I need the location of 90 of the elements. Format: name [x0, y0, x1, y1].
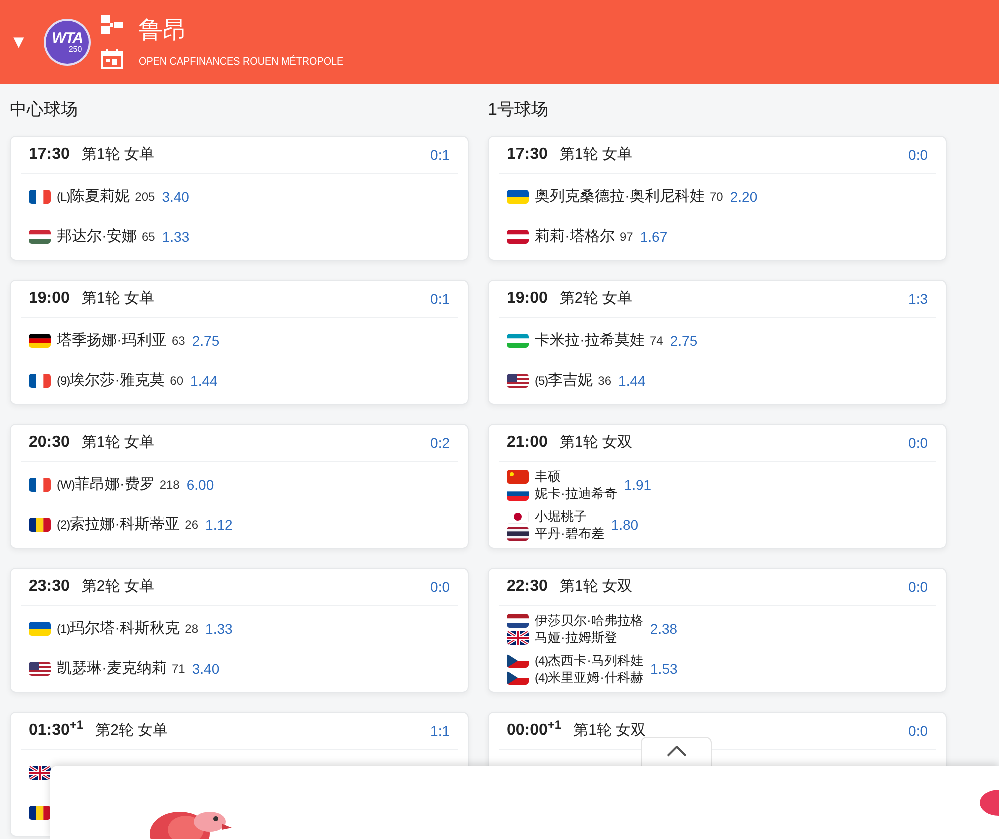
player-name: 马娅·拉姆斯登	[535, 630, 618, 646]
round-label: 第1轮 女单	[82, 288, 154, 309]
player-name: 邦达尔·安娜	[57, 226, 137, 247]
badge-icon	[980, 790, 999, 816]
match-score: 1:1	[430, 722, 450, 740]
calendar-icon[interactable]	[101, 49, 123, 69]
betting-odds: 1.12	[206, 516, 233, 534]
player-name: (2)索拉娜·科斯蒂亚	[57, 514, 180, 535]
match-time: 00:00$^{+1}$	[507, 719, 562, 741]
player-name: (5)李吉妮	[535, 370, 594, 391]
betting-odds: 2.20	[730, 188, 758, 206]
match-time: 19:00	[507, 289, 548, 309]
round-label: 第2轮 女单	[96, 720, 168, 741]
round-label: 第2轮 女单	[560, 288, 632, 309]
player-rank: 97	[620, 229, 634, 246]
player-name: 平丹·碧布差	[535, 526, 604, 542]
player-rank: 71	[172, 661, 186, 678]
match-time: 22:30	[507, 577, 548, 597]
betting-odds: 3.40	[162, 188, 190, 206]
player-rank: 26	[185, 517, 199, 534]
player-name: 妮卡·拉迪希奇	[535, 486, 618, 502]
tournament-title: 鲁昂	[139, 16, 188, 46]
betting-odds: 3.40	[192, 660, 220, 678]
tournament-subtitle: OPEN CAPFINANCES ROUEN MÉTROPOLE	[139, 54, 344, 70]
player-name: 丰硕	[535, 468, 561, 484]
match-score: 0:1	[430, 146, 450, 164]
match-score: 0:0	[908, 578, 928, 596]
match-score: 0:0	[908, 146, 928, 164]
match-score: 0:0	[908, 722, 928, 740]
round-label: 第1轮 女双	[560, 576, 632, 597]
betting-odds: 1.80	[611, 516, 639, 534]
round-label: 第1轮 女单	[82, 144, 154, 165]
betting-odds: 1.53	[650, 660, 678, 678]
player-name: (4)杰西卡·马列科娃	[535, 652, 644, 668]
betting-odds: 2.75	[192, 332, 220, 350]
betting-odds: 1.33	[206, 620, 233, 638]
player-name: (W)菲昂娜·费罗	[57, 474, 155, 495]
match-score: 0:0	[908, 434, 928, 452]
player-name: 小堀桃子	[535, 508, 587, 524]
betting-odds: 1.44	[190, 372, 218, 390]
betting-odds: 6.00	[186, 476, 214, 494]
player-name: (L)陈夏莉妮	[57, 186, 130, 207]
scroll-top-button[interactable]	[641, 737, 712, 766]
player-rank: 63	[172, 333, 186, 350]
player-rank: 218	[160, 477, 180, 494]
player-rank: 70	[710, 189, 724, 206]
player-name: 凯瑟琳·麦克纳莉	[57, 658, 167, 679]
player-rank: 28	[185, 621, 199, 638]
match-score: 0:0	[430, 578, 450, 596]
match-time: 20:30	[29, 433, 70, 453]
match-score: 1:3	[908, 290, 928, 308]
round-label: 第1轮 女双	[574, 720, 646, 741]
player-rank: 36	[598, 373, 612, 390]
betting-odds: 1.91	[624, 476, 652, 494]
player-name: 莉莉·塔格尔	[535, 226, 615, 247]
court-name: 1号球场	[488, 99, 550, 122]
match-time: 01:30$^{+1}$	[29, 719, 84, 741]
player-name: (4)米里亚姆·什科赫	[535, 670, 644, 686]
match-time: 19:00	[29, 289, 70, 309]
match-time: 17:30	[507, 145, 548, 165]
logo-wordmark: WTA	[52, 30, 83, 46]
match-time: 17:30	[29, 145, 70, 165]
collapse-toggle[interactable]: ▼	[10, 33, 28, 51]
betting-odds: 2.75	[670, 332, 698, 350]
player-rank: 65	[142, 229, 156, 246]
round-label: 第1轮 女单	[560, 144, 632, 165]
chevron-up-icon	[666, 746, 686, 757]
betting-odds: 1.33	[162, 228, 190, 246]
player-name: (9)埃尔莎·雅克莫	[57, 370, 166, 391]
bracket-icon[interactable]	[101, 15, 123, 35]
match-time: 23:30	[29, 577, 70, 597]
player-name: 塔季扬娜·玛利亚	[57, 330, 167, 351]
match-time: 21:00	[507, 433, 548, 453]
round-label: 第1轮 女双	[560, 432, 632, 453]
round-label: 第1轮 女单	[82, 432, 154, 453]
betting-odds: 2.38	[650, 620, 678, 638]
tier-label: 250	[68, 46, 82, 54]
player-name: 奥列克桑德拉·奥利尼科娃	[535, 186, 705, 207]
player-name: 伊莎贝尔·哈弗拉格	[535, 612, 644, 628]
player-rank: 205	[135, 189, 156, 206]
round-label: 第2轮 女单	[82, 576, 154, 597]
betting-odds: 1.67	[640, 228, 668, 246]
player-rank: 60	[170, 373, 184, 390]
match-score: 0:2	[430, 434, 450, 452]
court-name: 中心球场	[10, 99, 79, 122]
betting-odds: 1.44	[618, 372, 646, 390]
player-rank: 74	[650, 333, 664, 350]
match-score: 0:1	[430, 290, 450, 308]
player-name: (1)玛尔塔·科斯秋克	[57, 618, 180, 639]
player-name: 卡米拉·拉希莫娃	[535, 330, 645, 351]
